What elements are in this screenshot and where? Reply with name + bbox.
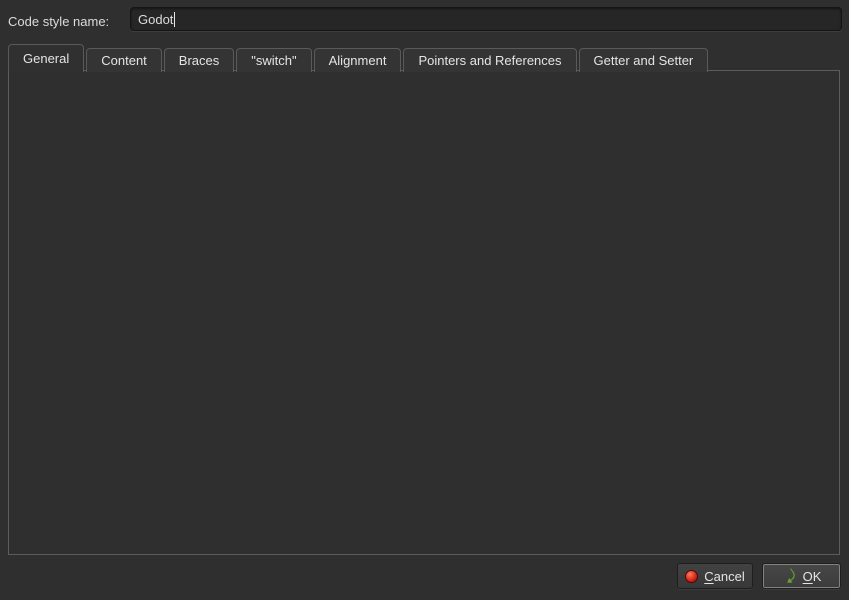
cancel-icon	[685, 570, 698, 583]
text-caret	[174, 12, 175, 27]
tab-general[interactable]: General	[8, 44, 84, 72]
code-style-dialog: Code style name: Godot GeneralContentBra…	[0, 0, 849, 600]
ok-label: OK	[803, 569, 822, 584]
label-mnemonic: O	[803, 569, 813, 584]
cancel-label: Cancel	[704, 569, 744, 584]
label-text: K	[813, 569, 822, 584]
tab-pointers-and-references[interactable]: Pointers and References	[403, 48, 576, 72]
code-style-name-input[interactable]: Godot	[130, 7, 842, 31]
ok-icon	[782, 569, 797, 584]
tab-braces[interactable]: Braces	[164, 48, 234, 72]
label-mnemonic: C	[704, 569, 713, 584]
label-text: ancel	[714, 569, 745, 584]
general-tab-panel	[8, 70, 840, 555]
tab-bar: GeneralContentBraces"switch"AlignmentPoi…	[8, 44, 708, 72]
tab-alignment[interactable]: Alignment	[314, 48, 402, 72]
cancel-button[interactable]: Cancel	[677, 563, 753, 589]
tab-switch[interactable]: "switch"	[236, 48, 311, 72]
tab-getter-and-setter[interactable]: Getter and Setter	[579, 48, 709, 72]
code-style-name-label: Code style name:	[8, 14, 109, 29]
ok-button[interactable]: OK	[762, 563, 841, 589]
code-style-name-value: Godot	[138, 12, 173, 27]
tab-content[interactable]: Content	[86, 48, 162, 72]
